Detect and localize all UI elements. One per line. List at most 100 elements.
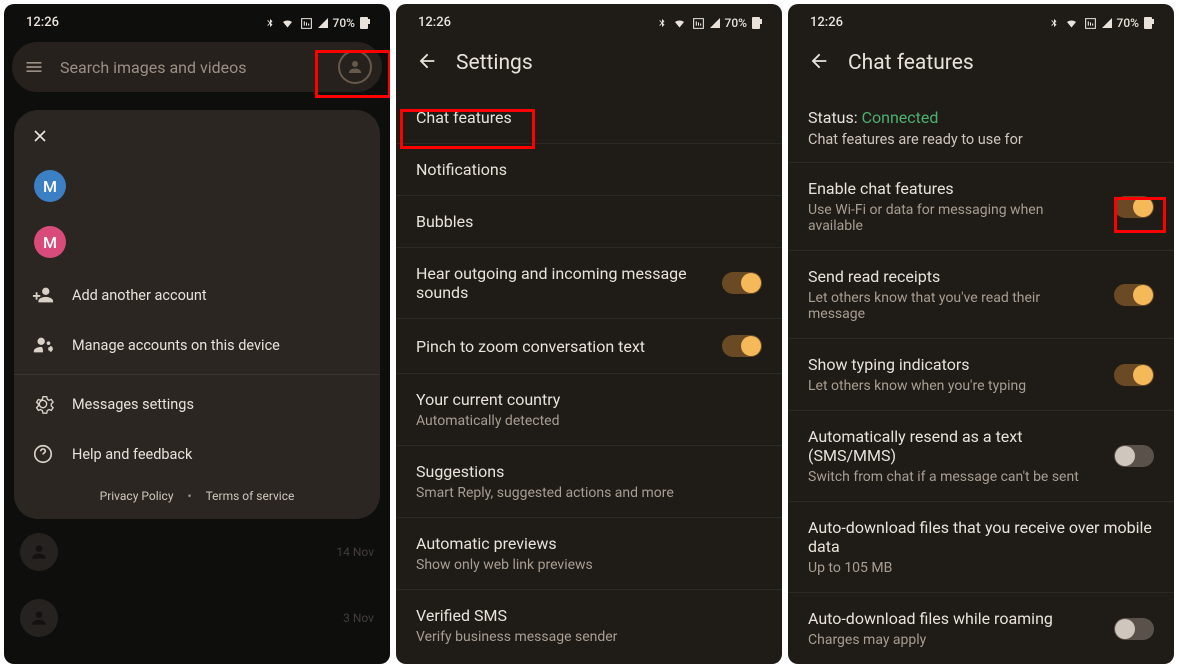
bluetooth-icon xyxy=(657,16,667,30)
header: Settings xyxy=(396,32,782,92)
add-account-row[interactable]: Add another account xyxy=(14,270,380,320)
chat-avatar xyxy=(20,599,58,637)
toggle-switch[interactable] xyxy=(1114,618,1154,640)
item-subtitle: Use Wi-Fi or data for messaging when ava… xyxy=(808,202,1098,234)
data-icon xyxy=(300,17,313,30)
settings-item-notifications[interactable]: Notifications xyxy=(396,144,782,196)
item-title: Automatically resend as a text (SMS/MMS) xyxy=(808,427,1098,465)
setting-typing-indicators[interactable]: Show typing indicators Let others know w… xyxy=(788,339,1174,411)
chat-date: 3 Nov xyxy=(343,611,374,625)
search-bar[interactable]: Search images and videos xyxy=(12,42,382,92)
battery-pct: 70% xyxy=(725,16,747,30)
menu-icon[interactable] xyxy=(24,57,44,77)
wifi-icon xyxy=(1064,17,1079,29)
account-avatar: M xyxy=(34,170,66,202)
item-subtitle: Up to 105 MB xyxy=(808,560,1154,576)
manage-accounts-label: Manage accounts on this device xyxy=(72,337,280,354)
divider xyxy=(14,374,380,375)
toggle-switch[interactable] xyxy=(722,272,762,294)
clock: 12:26 xyxy=(810,15,843,30)
battery-pct: 70% xyxy=(333,16,355,30)
item-title: Pinch to zoom conversation text xyxy=(416,337,706,356)
chat-list-item[interactable]: 3 Nov xyxy=(4,585,390,651)
settings-item-chat-features[interactable]: Chat features xyxy=(396,92,782,144)
toggle-switch[interactable] xyxy=(1114,364,1154,386)
setting-read-receipts[interactable]: Send read receipts Let others know that … xyxy=(788,251,1174,339)
account-avatar-button[interactable] xyxy=(338,50,372,84)
messages-settings-label: Messages settings xyxy=(72,396,194,413)
separator-dot: • xyxy=(188,489,192,503)
person-icon xyxy=(346,58,364,76)
item-subtitle: Let others know when you're typing xyxy=(808,378,1098,394)
chat-list-item[interactable]: Walmart 27 Oct xyxy=(4,651,390,664)
close-icon xyxy=(30,126,50,146)
help-icon xyxy=(32,443,54,465)
settings-item-pinch-zoom[interactable]: Pinch to zoom conversation text xyxy=(396,319,782,374)
settings-item-country[interactable]: Your current country Automatically detec… xyxy=(396,374,782,446)
item-subtitle: Verify business message sender xyxy=(416,629,762,645)
settings-item-suggestions[interactable]: Suggestions Smart Reply, suggested actio… xyxy=(396,446,782,518)
gear-icon xyxy=(32,393,54,415)
item-title: Enable chat features xyxy=(808,179,1098,198)
battery-icon xyxy=(360,17,368,29)
toggle-switch[interactable] xyxy=(722,335,762,357)
settings-item-verified-sms[interactable]: Verified SMS Verify business message sen… xyxy=(396,590,782,661)
item-title: Hear outgoing and incoming message sound… xyxy=(416,264,706,302)
account-row[interactable]: M xyxy=(14,158,380,214)
status-subtitle: Chat features are ready to use for xyxy=(788,131,1174,162)
screen-messages: 12:26 70% Search images and videos M M xyxy=(4,4,390,664)
status-line: Status: Connected xyxy=(788,92,1174,131)
settings-item-auto-previews[interactable]: Automatic previews Show only web link pr… xyxy=(396,518,782,590)
chat-date: 14 Nov xyxy=(336,545,374,559)
screen-settings: 12:26 70% Settings Chat features Notific… xyxy=(396,4,782,664)
screen-chat-features: 12:26 70% Chat features Status: Connecte… xyxy=(788,4,1174,664)
account-row[interactable]: M xyxy=(14,214,380,270)
settings-item-bubbles[interactable]: Bubbles xyxy=(396,196,782,248)
item-title: Chat features xyxy=(416,108,762,127)
status-label: Status: xyxy=(808,108,862,127)
arrow-back-icon xyxy=(808,50,830,72)
close-button[interactable] xyxy=(14,118,380,158)
data-icon xyxy=(1084,17,1097,30)
back-button[interactable] xyxy=(808,50,830,76)
manage-accounts-row[interactable]: Manage accounts on this device xyxy=(14,320,380,370)
item-title: Automatic previews xyxy=(416,534,762,553)
manage-accounts-icon xyxy=(32,334,54,356)
chat-avatar xyxy=(20,533,58,571)
back-button[interactable] xyxy=(416,50,438,76)
help-feedback-row[interactable]: Help and feedback xyxy=(14,429,380,479)
setting-enable-chat[interactable]: Enable chat features Use Wi-Fi or data f… xyxy=(788,163,1174,251)
toggle-switch[interactable] xyxy=(1114,284,1154,306)
status-bar: 12:26 70% xyxy=(4,4,390,32)
status-value: Connected xyxy=(862,108,939,127)
bluetooth-icon xyxy=(265,16,275,30)
data-icon xyxy=(692,17,705,30)
setting-auto-download-roaming[interactable]: Auto-download files while roaming Charge… xyxy=(788,593,1174,664)
chat-list-item[interactable]: 14 Nov xyxy=(4,519,390,585)
item-subtitle: Automatically detected xyxy=(416,413,762,429)
popup-footer: Privacy Policy • Terms of service xyxy=(14,479,380,507)
battery-icon xyxy=(1144,17,1152,29)
account-popup: M M Add another account Manage accounts … xyxy=(14,110,380,519)
signal-icon xyxy=(1102,18,1112,28)
privacy-link[interactable]: Privacy Policy xyxy=(100,489,174,503)
status-icons: 70% xyxy=(265,16,368,30)
arrow-back-icon xyxy=(416,50,438,72)
toggle-switch[interactable] xyxy=(1114,196,1154,218)
settings-item-sounds[interactable]: Hear outgoing and incoming message sound… xyxy=(396,248,782,319)
item-title: Send read receipts xyxy=(808,267,1098,286)
item-title: Verified SMS xyxy=(416,606,762,625)
toggle-switch[interactable] xyxy=(1114,445,1154,467)
search-placeholder: Search images and videos xyxy=(60,58,338,77)
signal-icon xyxy=(318,18,328,28)
item-subtitle: Smart Reply, suggested actions and more xyxy=(416,485,762,501)
battery-icon xyxy=(752,17,760,29)
page-title: Settings xyxy=(456,51,533,75)
setting-auto-resend[interactable]: Automatically resend as a text (SMS/MMS)… xyxy=(788,411,1174,502)
clock: 12:26 xyxy=(418,15,451,30)
messages-settings-row[interactable]: Messages settings xyxy=(14,379,380,429)
setting-auto-download-mobile[interactable]: Auto-download files that you receive ove… xyxy=(788,502,1174,593)
item-subtitle: Show only web link previews xyxy=(416,557,762,573)
item-title: Suggestions xyxy=(416,462,762,481)
terms-link[interactable]: Terms of service xyxy=(206,489,295,503)
